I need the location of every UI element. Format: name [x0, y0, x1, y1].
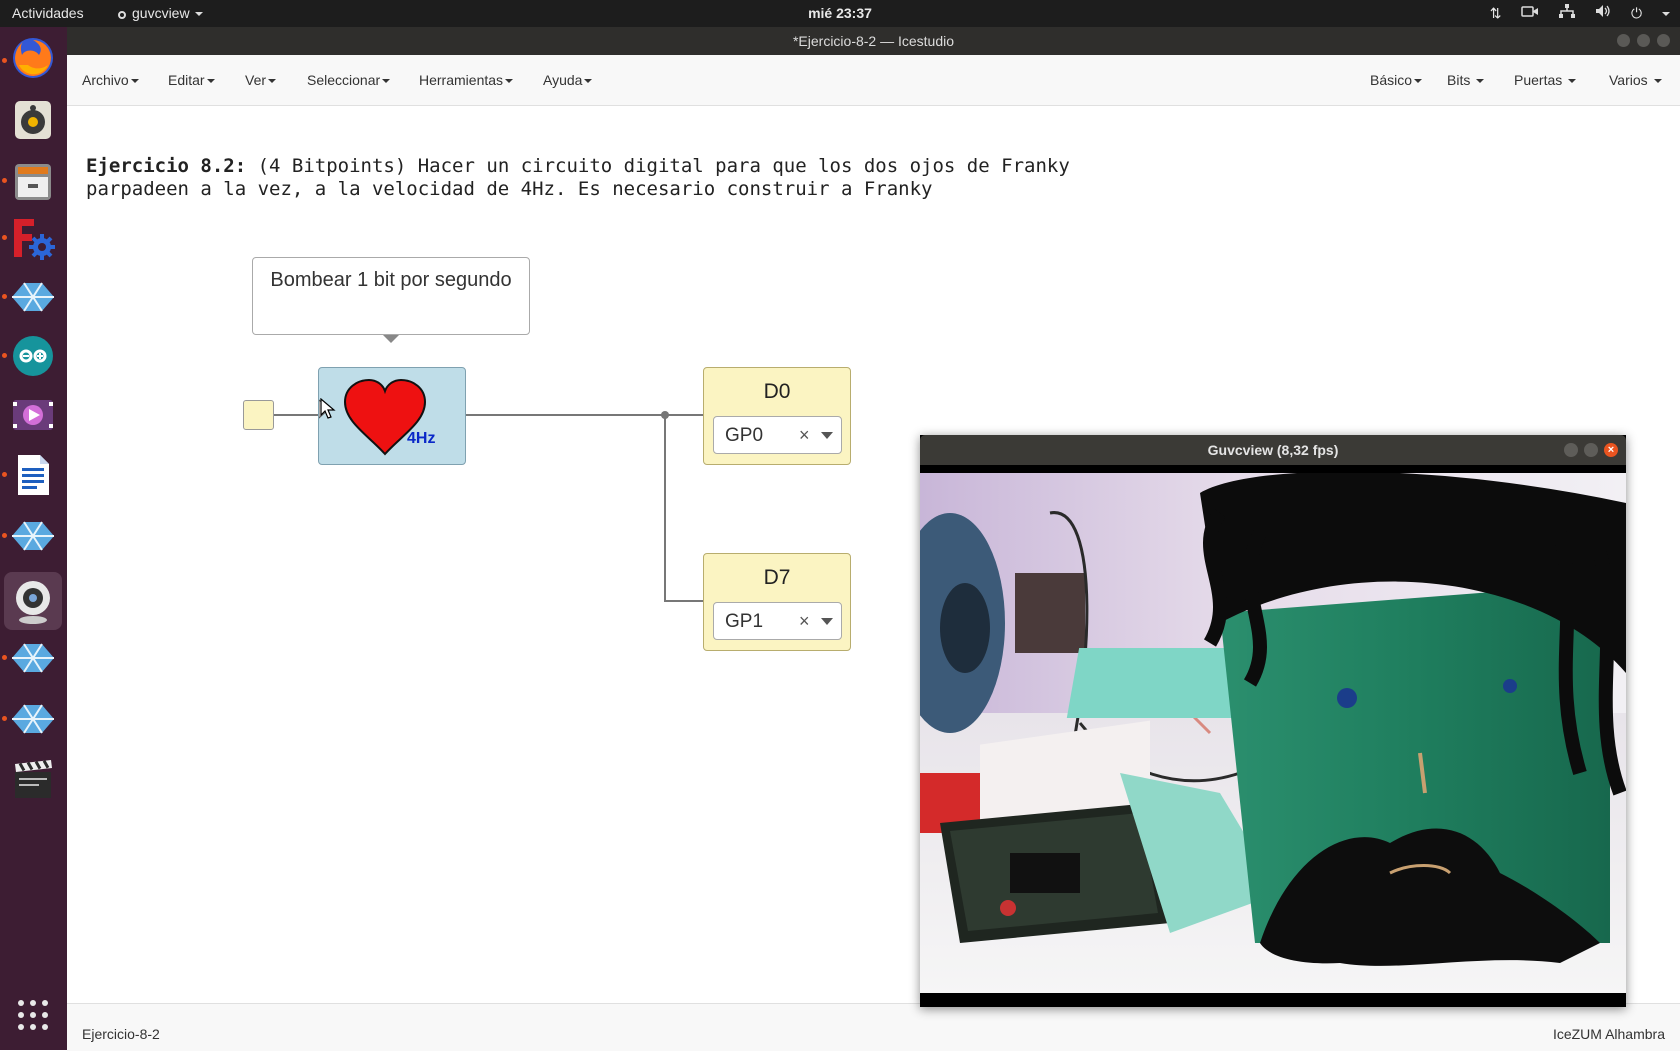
chevron-down-icon[interactable] — [821, 618, 833, 625]
status-filename: Ejercicio-8-2 — [82, 1026, 160, 1042]
chevron-down-icon — [130, 79, 139, 84]
status-board[interactable]: IceZUM Alhambra — [1553, 1026, 1665, 1042]
minimize-icon[interactable] — [1617, 34, 1630, 47]
output-label: D0 — [763, 380, 791, 403]
description-heading: Ejercicio 8.2: — [86, 155, 247, 177]
pin-select[interactable]: GP1 × — [713, 602, 842, 640]
freecad-icon[interactable] — [10, 215, 56, 261]
chevron-down-icon[interactable] — [821, 432, 833, 439]
chevron-down-icon — [268, 79, 277, 84]
output-label: D7 — [763, 566, 791, 589]
network-icon — [1559, 4, 1576, 21]
files-icon[interactable] — [10, 158, 56, 204]
comment-block[interactable]: Bombear 1 bit por segundo — [252, 257, 530, 335]
menu-editar[interactable]: Editar — [168, 72, 215, 88]
menu-ayuda[interactable]: Ayuda — [543, 72, 593, 88]
arduino-icon[interactable] — [10, 333, 56, 379]
app-menu-label: guvcview — [132, 5, 190, 21]
running-indicator — [2, 294, 7, 299]
top-bar: Actividades guvcview mié 23:37 ⇅ ⏻ — [0, 0, 1680, 27]
maximize-icon[interactable] — [1584, 443, 1598, 457]
menu-bits[interactable]: Bits — [1447, 72, 1485, 88]
chevron-down-icon — [1653, 79, 1662, 84]
frequency-label: 4Hz — [407, 430, 436, 447]
close-icon[interactable]: × — [1604, 443, 1618, 457]
menu-archivo[interactable]: Archivo — [82, 72, 139, 88]
close-icon[interactable] — [1657, 34, 1670, 47]
webcam-icon[interactable] — [4, 572, 62, 630]
clapperboard-icon[interactable] — [10, 756, 56, 802]
chevron-down-icon — [584, 79, 593, 84]
menu-ver[interactable]: Ver — [245, 72, 277, 88]
chevron-down-icon — [195, 12, 204, 17]
status-bar: Ejercicio-8-2 IceZUM Alhambra — [67, 1003, 1680, 1051]
description-line-2: parpadeen a la vez, a la velocidad de 4H… — [86, 178, 933, 200]
menu-bar: Archivo Editar Ver Seleccionar Herramien… — [67, 55, 1680, 106]
clear-icon[interactable]: × — [799, 611, 810, 632]
maximize-icon[interactable] — [1637, 34, 1650, 47]
clock[interactable]: mié 23:37 — [0, 5, 1680, 21]
activities-button[interactable]: Actividades — [12, 5, 84, 21]
camera-feed-image — [920, 473, 1626, 1000]
pin-select[interactable]: GP0 × — [713, 416, 842, 454]
pin-select-value: GP0 — [725, 425, 764, 446]
heartbeat-block[interactable]: 4Hz — [318, 367, 466, 465]
heart-icon — [319, 378, 427, 456]
firefox-icon[interactable] — [10, 35, 56, 81]
video-editor-icon[interactable] — [10, 392, 56, 438]
menu-varios[interactable]: Varios — [1609, 72, 1662, 88]
running-indicator — [2, 533, 7, 538]
chevron-down-icon — [1476, 79, 1485, 84]
minimize-icon[interactable] — [1564, 443, 1578, 457]
writer-icon[interactable] — [10, 452, 56, 498]
running-indicator — [2, 353, 7, 358]
running-indicator — [2, 716, 7, 721]
volume-icon — [1595, 4, 1611, 21]
chevron-down-icon — [1568, 79, 1577, 84]
running-indicator — [2, 178, 7, 183]
chevron-down-icon — [382, 79, 391, 84]
app-menu[interactable]: guvcview — [118, 5, 204, 21]
pin-select-value: GP1 — [725, 611, 764, 632]
guvcview-window[interactable]: Guvcview (8,32 fps) × — [920, 435, 1626, 1007]
clear-icon[interactable]: × — [799, 425, 810, 446]
power-icon: ⏻ — [1631, 5, 1670, 22]
output-block-d0[interactable]: D0 GP0 × — [703, 367, 851, 465]
guvcview-titlebar[interactable]: Guvcview (8,32 fps) × — [920, 435, 1626, 465]
launcher-dock — [0, 27, 67, 1050]
menu-herramientas[interactable]: Herramientas — [419, 72, 514, 88]
chevron-down-icon — [505, 79, 514, 84]
comment-tail — [383, 335, 399, 343]
chevron-down-icon — [1414, 79, 1423, 84]
description-line-1: (4 Bitpoints) Hacer un circuito digital … — [246, 155, 1070, 177]
running-indicator — [2, 58, 7, 63]
rhythmbox-icon[interactable] — [10, 97, 56, 143]
system-tray[interactable]: ⇅ ⏻ — [1474, 4, 1670, 22]
input-port-block[interactable] — [243, 400, 274, 430]
network-transfer-icon: ⇅ — [1489, 5, 1502, 21]
icestudio-icon[interactable] — [10, 513, 56, 559]
camera-icon — [1521, 5, 1539, 21]
guvcview-title: Guvcview (8,32 fps) — [1207, 442, 1339, 458]
icestudio-icon[interactable] — [10, 635, 56, 681]
running-indicator — [2, 655, 7, 660]
running-indicator — [2, 235, 7, 240]
window-titlebar[interactable]: *Ejercicio-8-2 — Icestudio — [67, 27, 1680, 55]
app-grid-icon[interactable] — [10, 992, 56, 1038]
mouse-cursor-icon — [320, 398, 336, 419]
output-block-d7[interactable]: D7 GP1 × — [703, 553, 851, 651]
running-indicator — [2, 472, 7, 477]
exercise-description: Ejercicio 8.2: (4 Bitpoints) Hacer un ci… — [86, 155, 1070, 201]
window-title: *Ejercicio-8-2 — Icestudio — [792, 33, 955, 49]
menu-seleccionar[interactable]: Seleccionar — [307, 72, 391, 88]
icestudio-icon[interactable] — [10, 696, 56, 742]
icestudio-icon[interactable] — [10, 274, 56, 320]
menu-basico[interactable]: Básico — [1370, 72, 1423, 88]
app-menu-icon — [118, 11, 126, 19]
chevron-down-icon — [206, 79, 215, 84]
menu-puertas[interactable]: Puertas — [1514, 72, 1577, 88]
